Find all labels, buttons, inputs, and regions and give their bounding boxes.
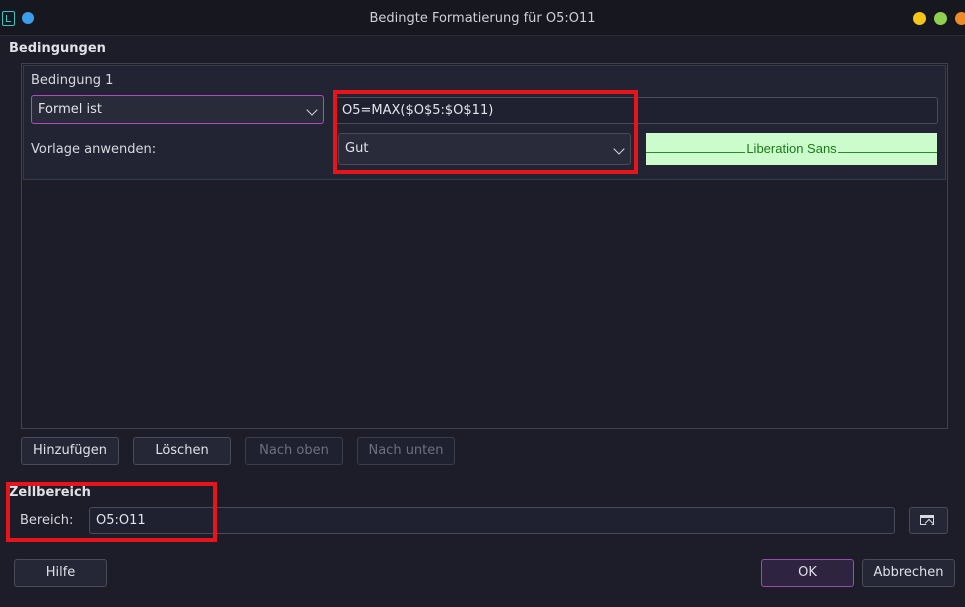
range-label: Bereich: [20, 513, 74, 528]
move-down-button[interactable]: Nach unten [357, 437, 455, 465]
chevron-down-icon [613, 143, 625, 155]
formula-input[interactable]: O5=MAX($O$5:$O$11) [335, 97, 938, 124]
shrink-range-icon [920, 515, 934, 525]
range-input[interactable]: O5:O11 [89, 507, 895, 534]
ok-button[interactable]: OK [761, 559, 854, 587]
conditions-section-label: Bedingungen [9, 41, 106, 56]
cancel-button[interactable]: Abbrechen [862, 559, 955, 587]
help-button[interactable]: Hilfe [14, 559, 107, 587]
chevron-down-icon [306, 104, 318, 116]
shrink-range-button[interactable] [909, 507, 948, 534]
style-dropdown[interactable]: Gut [338, 133, 631, 165]
close-button[interactable] [955, 12, 965, 25]
condition-type-value: Formel ist [38, 102, 102, 117]
preview-text: Liberation Sans [745, 141, 838, 156]
maximize-button[interactable] [934, 12, 947, 25]
range-section-label: Zellbereich [9, 485, 91, 500]
window-title: Bedingte Formatierung für O5:O11 [369, 11, 596, 26]
condition-type-dropdown[interactable]: Formel ist [31, 95, 324, 124]
move-up-button[interactable]: Nach oben [245, 437, 343, 465]
delete-button[interactable]: Löschen [133, 437, 231, 465]
add-button[interactable]: Hinzufügen [21, 437, 119, 465]
condition-label: Bedingung 1 [31, 73, 114, 88]
style-value: Gut [345, 141, 369, 156]
style-preview: Liberation Sans [646, 133, 937, 165]
minimize-button[interactable] [913, 12, 926, 25]
apply-style-label: Vorlage anwenden: [31, 142, 157, 157]
